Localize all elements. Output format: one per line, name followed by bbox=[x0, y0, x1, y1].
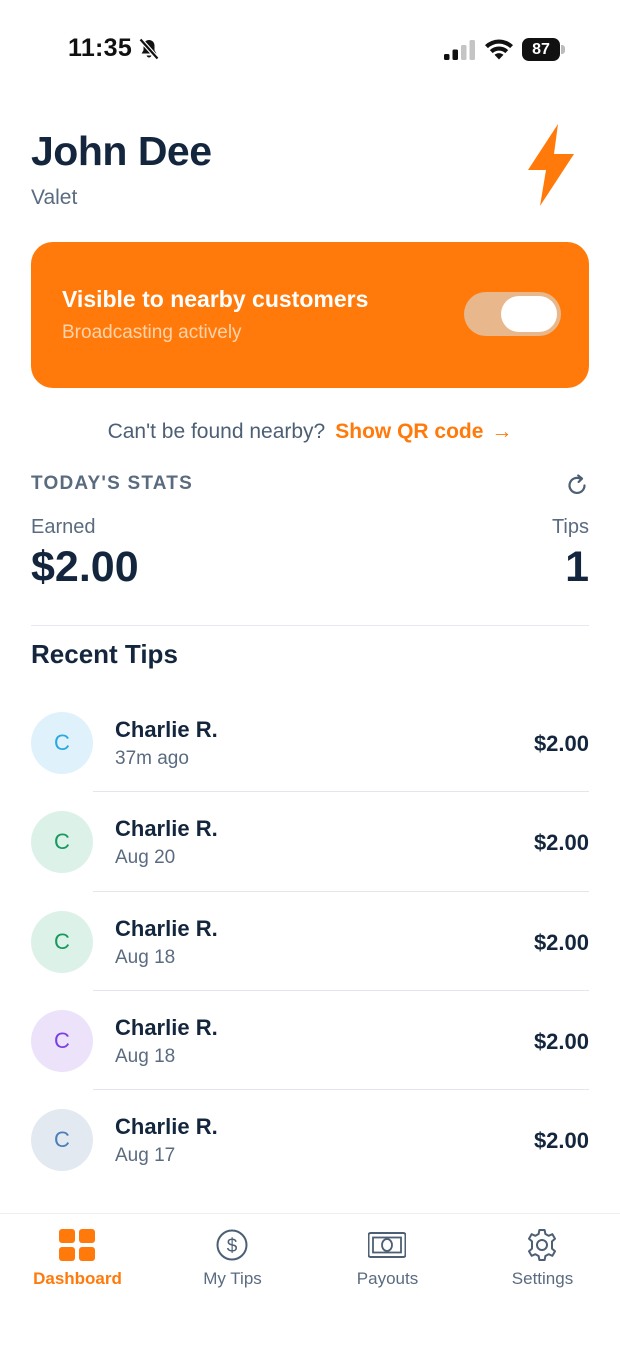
tab-label: My Tips bbox=[203, 1269, 262, 1288]
tip-time: Aug 20 bbox=[115, 847, 176, 869]
tip-time: 37m ago bbox=[115, 748, 189, 769]
avatar: C bbox=[31, 811, 93, 874]
battery-icon: 87 bbox=[522, 38, 566, 61]
tip-list-item[interactable]: C Charlie R. Aug 17 $2.00 bbox=[0, 1090, 620, 1189]
tipper-name: Charlie R. bbox=[115, 816, 218, 842]
bottom-tab-bar: Dashboard $ My Tips Payouts Settings bbox=[0, 1213, 620, 1348]
qr-prompt: Can't be found nearby? Show QR code → bbox=[0, 420, 620, 444]
recent-tips-list: C Charlie R. 37m ago $2.00 C Charlie R. … bbox=[0, 693, 620, 1189]
tip-amount: $2.00 bbox=[533, 1028, 589, 1054]
tips-count-label: Tips bbox=[551, 516, 589, 538]
earned-label: Earned bbox=[31, 516, 96, 538]
avatar: C bbox=[31, 910, 93, 973]
user-role: Valet bbox=[31, 186, 78, 209]
tip-time: Aug 17 bbox=[115, 1145, 176, 1167]
svg-text:$: $ bbox=[227, 1236, 238, 1257]
dollar-circle-icon: $ bbox=[216, 1229, 248, 1261]
visibility-title: Visible to nearby customers bbox=[62, 286, 369, 312]
status-time: 11:35 bbox=[68, 34, 133, 62]
tip-time: Aug 18 bbox=[115, 946, 176, 968]
visibility-toggle[interactable] bbox=[464, 292, 561, 336]
avatar: C bbox=[31, 712, 93, 774]
recent-tips-heading: Recent Tips bbox=[31, 639, 178, 669]
tab-label: Dashboard bbox=[33, 1269, 122, 1288]
arrow-right-icon[interactable]: → bbox=[491, 420, 512, 443]
banknote-icon bbox=[368, 1232, 406, 1258]
show-qr-code-link[interactable]: Show QR code bbox=[335, 420, 483, 443]
dashboard-grid-icon bbox=[59, 1229, 95, 1261]
tab-label: Payouts bbox=[356, 1269, 419, 1288]
tipper-name: Charlie R. bbox=[115, 1114, 218, 1140]
tips-count-value: 1 bbox=[565, 543, 589, 591]
refresh-icon[interactable] bbox=[565, 473, 589, 497]
bell-muted-icon bbox=[138, 37, 160, 61]
visibility-card: Visible to nearby customers Broadcasting… bbox=[31, 242, 589, 388]
status-bar: 11:35 87 bbox=[0, 0, 620, 100]
tip-list-item[interactable]: C Charlie R. Aug 20 $2.00 bbox=[0, 792, 620, 892]
cellular-signal-icon bbox=[444, 40, 475, 60]
tip-amount: $2.00 bbox=[533, 830, 589, 856]
tab-payouts[interactable]: Payouts bbox=[310, 1214, 465, 1304]
tip-amount: $2.00 bbox=[533, 929, 589, 955]
toggle-knob bbox=[501, 296, 557, 332]
tab-settings[interactable]: Settings bbox=[465, 1214, 620, 1304]
wifi-icon bbox=[485, 39, 513, 60]
tipper-name: Charlie R. bbox=[115, 915, 218, 941]
lightning-bolt-icon bbox=[528, 124, 574, 206]
earned-value: $2.00 bbox=[31, 543, 139, 591]
tab-my-tips[interactable]: $ My Tips bbox=[155, 1214, 310, 1304]
avatar: C bbox=[31, 1109, 93, 1172]
visibility-subtitle: Broadcasting actively bbox=[62, 322, 242, 343]
tip-list-item[interactable]: C Charlie R. Aug 18 $2.00 bbox=[0, 892, 620, 991]
gear-icon bbox=[528, 1229, 556, 1261]
tip-list-item[interactable]: C Charlie R. Aug 18 $2.00 bbox=[0, 991, 620, 1091]
tip-amount: $2.00 bbox=[533, 731, 589, 756]
tab-label: Settings bbox=[511, 1269, 574, 1288]
avatar: C bbox=[31, 1009, 93, 1072]
tip-list-item[interactable]: C Charlie R. 37m ago $2.00 bbox=[0, 693, 620, 793]
battery-level: 87 bbox=[522, 38, 560, 61]
tip-amount: $2.00 bbox=[533, 1128, 589, 1154]
qr-question: Can't be found nearby? bbox=[107, 420, 326, 443]
user-name: John Dee bbox=[31, 128, 212, 174]
tipper-name: Charlie R. bbox=[115, 717, 218, 742]
tipper-name: Charlie R. bbox=[115, 1014, 218, 1040]
divider bbox=[31, 625, 589, 626]
tip-time: Aug 18 bbox=[115, 1045, 176, 1067]
stats-heading: TODAY'S STATS bbox=[31, 473, 193, 494]
tab-dashboard[interactable]: Dashboard bbox=[0, 1214, 155, 1304]
